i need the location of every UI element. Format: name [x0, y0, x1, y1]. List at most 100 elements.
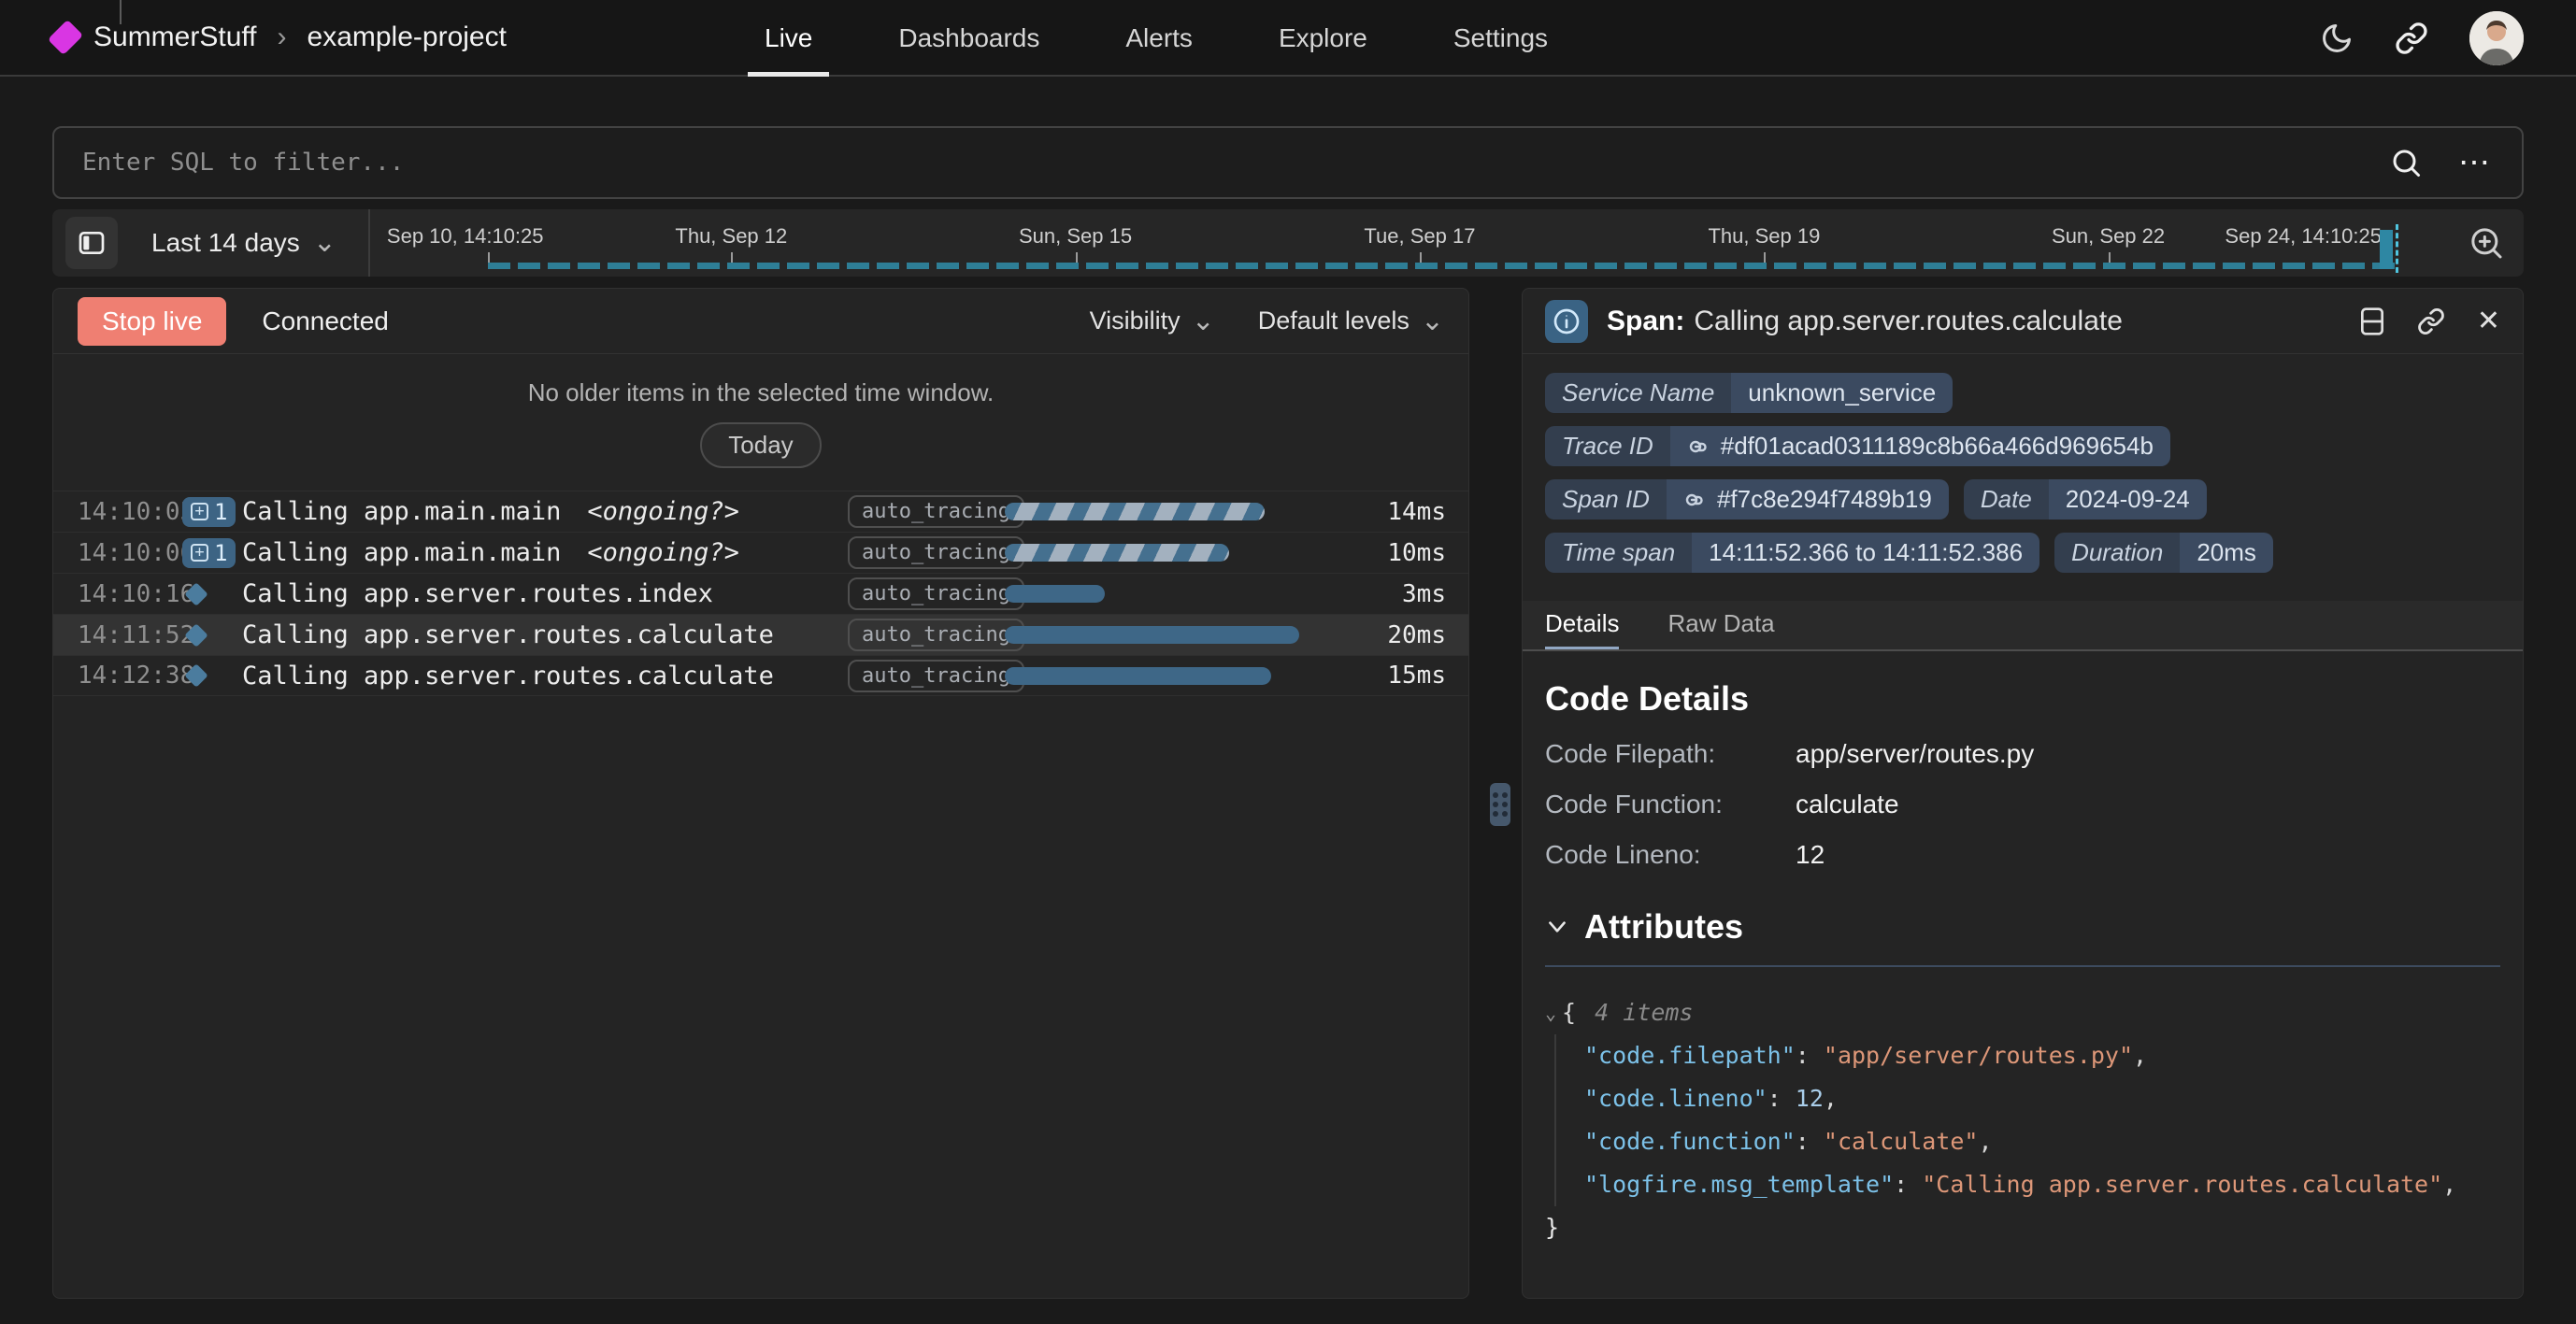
timeline-tick-label: Thu, Sep 19 — [1708, 224, 1820, 249]
json-collapse-icon[interactable]: ⌄ — [1545, 991, 1556, 1034]
row-timestamp: 14:11:52 — [53, 621, 180, 649]
attributes-heading: Attributes — [1584, 907, 1743, 947]
span-title-prefix: Span: — [1607, 306, 1684, 336]
close-icon[interactable]: ✕ — [2477, 307, 2500, 335]
timeline-tick-label: Tue, Sep 17 — [1364, 224, 1475, 249]
timeline-tick-label: Sep 10, 14:10:25 — [387, 224, 544, 249]
tab-details[interactable]: Details — [1545, 601, 1619, 649]
main-nav: Live Dashboards Alerts Explore Settings — [748, 0, 1565, 77]
attributes-divider — [1545, 965, 2500, 967]
json-item-count: 4 items — [1595, 991, 1693, 1034]
tab-raw-data[interactable]: Raw Data — [1667, 601, 1774, 649]
copy-link-icon[interactable] — [2417, 307, 2445, 335]
stop-live-button[interactable]: Stop live — [78, 297, 226, 346]
row-ongoing-suffix: <ongoing?> — [587, 538, 739, 567]
tab-alerts[interactable]: Alerts — [1109, 0, 1209, 77]
span-diamond-icon — [184, 582, 208, 605]
badge-label: Service Name — [1545, 373, 1731, 413]
tag-auto-tracing[interactable]: auto_tracing — [848, 577, 1024, 610]
sql-filter-input[interactable] — [82, 149, 2389, 177]
chevron-down-icon: ⌄ — [313, 235, 336, 251]
json-entry: "logfire.msg_template": "Calling app.ser… — [1584, 1163, 2500, 1206]
badge-span-id: Span ID #f7c8e294f7489b19 — [1545, 479, 1949, 520]
panel-resize-handle[interactable] — [1490, 783, 1510, 826]
attributes-section: Attributes ⌄ { 4 items "code.filepath": … — [1523, 870, 2523, 1249]
row-timestamp: 14:10:06 — [53, 539, 180, 567]
time-range-dropdown[interactable]: Last 14 days ⌄ — [151, 228, 336, 258]
more-options-icon[interactable]: ⋯ — [2458, 147, 2494, 178]
timeline-activity-dashes — [488, 263, 2400, 269]
kv-value: calculate — [1796, 790, 1899, 819]
kv-label: Code Function: — [1545, 790, 1796, 819]
timeline-cursor-line — [2396, 224, 2398, 273]
tab-settings[interactable]: Settings — [1437, 0, 1565, 77]
today-button[interactable]: Today — [700, 422, 821, 468]
timeline-activity-spike — [2380, 230, 2393, 269]
time-range-bar: Last 14 days ⌄ Sep 10, 14:10:25 Thu, Sep… — [52, 209, 2524, 277]
user-avatar[interactable] — [2469, 11, 2524, 65]
json-open-brace: { — [1562, 991, 1576, 1034]
row-duration: 20ms — [1356, 621, 1468, 649]
badge-duration: Duration 20ms — [2054, 533, 2273, 573]
span-detail-panel: Span:Calling app.server.routes.calculate… — [1522, 288, 2524, 1299]
log-row[interactable]: 14:10:16 Calling app.server.routes.index… — [53, 573, 1468, 614]
badge-label: Trace ID — [1545, 426, 1670, 466]
badge-value: unknown_service — [1731, 373, 1953, 413]
span-diamond-icon — [184, 663, 208, 687]
trace-id-value: #df01acad0311189c8b66a466d969654b — [1721, 432, 2154, 461]
link-icon — [1687, 435, 1710, 458]
row-ongoing-suffix: <ongoing?> — [587, 497, 739, 526]
collapsed-children-badge[interactable]: +1 — [182, 497, 236, 527]
default-levels-label: Default levels — [1258, 306, 1410, 335]
visibility-dropdown[interactable]: Visibility ⌄ — [1090, 306, 1215, 335]
duration-bar — [1005, 544, 1229, 562]
tab-explore[interactable]: Explore — [1262, 0, 1384, 77]
log-row-selected[interactable]: 14:11:52 Calling app.server.routes.calcu… — [53, 614, 1468, 655]
share-link-icon[interactable] — [2395, 21, 2428, 55]
json-body: "code.filepath": "app/server/routes.py",… — [1554, 1034, 2500, 1206]
badge-value[interactable]: #df01acad0311189c8b66a466d969654b — [1670, 426, 2170, 466]
code-details-section: Code Details Code Filepath: app/server/r… — [1523, 651, 2523, 870]
log-row[interactable]: 14:10:06 +1 Calling app.main.main<ongoin… — [53, 532, 1468, 573]
json-entry: "code.function": "calculate", — [1584, 1120, 2500, 1163]
timeline[interactable]: Sep 10, 14:10:25 Thu, Sep 12 Sun, Sep 15… — [387, 209, 2453, 277]
badge-trace-id: Trace ID #df01acad0311189c8b66a466d96965… — [1545, 426, 2170, 466]
timeline-tick-label: Thu, Sep 12 — [675, 224, 787, 249]
search-icon[interactable] — [2389, 146, 2423, 179]
log-row[interactable]: 14:12:38 Calling app.server.routes.calcu… — [53, 655, 1468, 696]
zoom-in-icon[interactable] — [2468, 224, 2505, 262]
json-entry: "code.filepath": "app/server/routes.py", — [1584, 1034, 2500, 1077]
badge-value[interactable]: #f7c8e294f7489b19 — [1667, 479, 1949, 520]
tag-auto-tracing[interactable]: auto_tracing — [848, 495, 1024, 528]
tab-live[interactable]: Live — [748, 0, 829, 77]
detail-tabs: Details Raw Data — [1523, 601, 2523, 651]
child-count: 1 — [214, 499, 227, 525]
no-older-items-message: No older items in the selected time wind… — [53, 378, 1468, 407]
split-view-icon[interactable] — [2359, 306, 2385, 336]
breadcrumb: SummerStuff › example-project — [0, 21, 507, 53]
chevron-down-icon: ⌄ — [1421, 313, 1444, 330]
collapsed-children-badge[interactable]: +1 — [182, 538, 236, 568]
span-title: Span:Calling app.server.routes.calculate — [1607, 306, 2123, 337]
duration-bar — [1005, 626, 1299, 644]
tag-auto-tracing[interactable]: auto_tracing — [848, 619, 1024, 651]
sql-filter-bar: ⋯ — [52, 126, 2524, 199]
span-diamond-icon — [184, 623, 208, 647]
kv-label: Code Filepath: — [1545, 739, 1796, 769]
log-row[interactable]: 14:10:05 +1 Calling app.main.main<ongoin… — [53, 491, 1468, 532]
default-levels-dropdown[interactable]: Default levels ⌄ — [1258, 306, 1444, 335]
row-duration: 10ms — [1356, 539, 1468, 567]
project-name[interactable]: example-project — [308, 21, 507, 53]
panel-toggle-icon[interactable] — [65, 217, 118, 269]
tab-dashboards[interactable]: Dashboards — [881, 0, 1056, 77]
badge-value: 2024-09-24 — [2049, 479, 2207, 520]
tag-auto-tracing[interactable]: auto_tracing — [848, 536, 1024, 569]
attributes-json-viewer: ⌄ { 4 items "code.filepath": "app/server… — [1545, 991, 2500, 1249]
dark-mode-moon-icon[interactable] — [2320, 21, 2354, 55]
row-message: Calling app.server.routes.calculate — [242, 662, 774, 690]
tag-auto-tracing[interactable]: auto_tracing — [848, 660, 1024, 692]
row-timestamp: 14:10:05 — [53, 498, 180, 526]
attributes-collapse-toggle[interactable]: Attributes — [1545, 907, 2500, 947]
connection-status: Connected — [262, 306, 388, 336]
org-name[interactable]: SummerStuff — [93, 21, 257, 53]
